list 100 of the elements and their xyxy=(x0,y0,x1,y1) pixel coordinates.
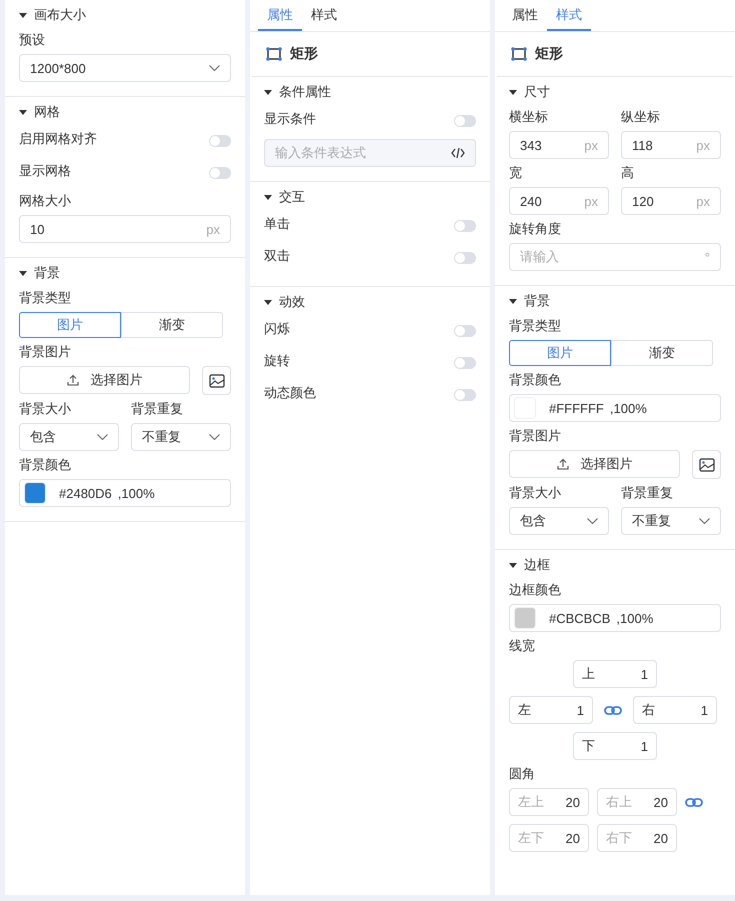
tab[interactable]: 样式 xyxy=(547,0,591,31)
toggle-label: 闪烁 xyxy=(264,320,290,338)
field-label: 高 xyxy=(621,164,635,182)
field-label: 纵坐标 xyxy=(621,108,661,126)
rectangle-icon xyxy=(266,47,282,61)
segment-option[interactable]: 图片 xyxy=(509,340,611,366)
toggle-label: 显示条件 xyxy=(264,110,316,128)
chevron-icon xyxy=(97,434,108,440)
link-icon[interactable] xyxy=(685,798,703,806)
input-field[interactable]: 343 px xyxy=(509,131,609,159)
toggle-label: 动态颜色 xyxy=(264,384,316,402)
toggle-switch[interactable] xyxy=(454,357,476,369)
image-icon xyxy=(208,374,224,388)
tab[interactable]: 样式 xyxy=(302,0,346,31)
segment-option[interactable]: 图片 xyxy=(19,312,121,338)
dropdown[interactable]: 不重复 xyxy=(621,507,721,535)
field-label: 背景重复 xyxy=(131,400,184,418)
dropdown[interactable]: 包含 xyxy=(19,423,119,451)
toggle-switch[interactable] xyxy=(454,252,476,264)
input-field[interactable]: 10 px xyxy=(19,215,231,243)
number-field[interactable]: 右上 20 xyxy=(597,788,677,816)
tab[interactable]: 属性 xyxy=(503,0,547,31)
field-label: 背景类型 xyxy=(19,289,72,307)
field-label: 背景大小 xyxy=(509,484,562,502)
opacity-value: ,100% xyxy=(616,610,654,626)
section-header[interactable]: 尺寸 xyxy=(495,77,735,107)
segment-option[interactable]: 渐变 xyxy=(121,312,223,338)
opacity-value: ,100% xyxy=(118,486,155,500)
element-title: 矩形 xyxy=(290,45,318,63)
chevron-icon xyxy=(209,65,220,71)
number-field[interactable]: 左 1 xyxy=(509,696,593,724)
dropdown[interactable]: 不重复 xyxy=(131,423,231,451)
number-field[interactable]: 下 1 xyxy=(573,732,657,760)
number-field[interactable]: 右下 20 xyxy=(597,824,677,852)
field-label: 背景类型 xyxy=(509,317,562,335)
upload-icon xyxy=(66,374,78,386)
opacity-value: ,100% xyxy=(610,400,647,416)
color-value: #CBCBCB xyxy=(549,610,610,626)
color-field[interactable]: #FFFFFF ,100% xyxy=(509,394,721,422)
toggle-label: 双击 xyxy=(264,247,290,265)
number-field[interactable]: 左下 20 xyxy=(509,824,589,852)
field-label: 旋转角度 xyxy=(509,220,562,238)
number-field[interactable]: 上 1 xyxy=(573,660,657,688)
color-field[interactable]: #CBCBCB ,100% xyxy=(509,604,721,632)
color-value: #2480D6 xyxy=(59,486,112,500)
field-label: 背景颜色 xyxy=(509,371,562,389)
field-label: 背景图片 xyxy=(19,343,72,361)
color-swatch[interactable] xyxy=(25,483,45,503)
toggle-switch[interactable] xyxy=(209,167,231,179)
toggle-label: 旋转 xyxy=(264,352,290,370)
tab[interactable]: 属性 xyxy=(258,0,302,31)
input-field[interactable]: 118 px xyxy=(621,131,721,159)
upload-button[interactable]: 选择图片 xyxy=(19,366,190,394)
field-label: 预设 xyxy=(19,31,46,49)
toggle-label: 显示网格 xyxy=(19,162,71,180)
input-field[interactable]: 240 px xyxy=(509,187,609,215)
element-title: 矩形 xyxy=(535,45,563,63)
dropdown[interactable]: 1200*800 xyxy=(19,54,231,82)
rectangle-icon xyxy=(511,47,527,61)
field-label: 线宽 xyxy=(509,637,536,655)
section-header[interactable]: 网格 xyxy=(5,97,245,127)
toggle-switch[interactable] xyxy=(454,389,476,401)
color-field[interactable]: #2480D6 ,100% xyxy=(19,479,231,507)
chevron-icon xyxy=(587,518,598,524)
toggle-label: 启用网格对齐 xyxy=(19,130,97,148)
upload-button[interactable]: 选择图片 xyxy=(509,450,680,478)
field-label: 背景颜色 xyxy=(19,456,72,474)
image-button[interactable] xyxy=(202,366,231,395)
upload-icon xyxy=(556,458,568,470)
chevron-icon xyxy=(209,434,220,440)
input-field[interactable]: 120 px xyxy=(621,187,721,215)
section-header[interactable]: 背景 xyxy=(5,258,245,288)
toggle-switch[interactable] xyxy=(454,325,476,337)
color-swatch[interactable] xyxy=(515,608,535,628)
section-header[interactable]: 条件属性 xyxy=(250,77,490,107)
field-label: 圆角 xyxy=(509,765,536,783)
toggle-switch[interactable] xyxy=(454,115,476,127)
toggle-switch[interactable] xyxy=(209,135,231,147)
color-value: #FFFFFF xyxy=(549,400,604,416)
section-header[interactable]: 动效 xyxy=(250,287,490,317)
section-header[interactable]: 背景 xyxy=(495,286,735,316)
field-label: 背景重复 xyxy=(621,484,674,502)
chevron-icon xyxy=(699,518,710,524)
code-icon xyxy=(451,147,465,159)
dropdown[interactable]: 包含 xyxy=(509,507,609,535)
number-field[interactable]: 左上 20 xyxy=(509,788,589,816)
field-label: 网格大小 xyxy=(19,192,72,210)
field-label: 背景图片 xyxy=(509,427,562,445)
link-icon[interactable] xyxy=(604,706,622,714)
field-label: 宽 xyxy=(509,164,523,182)
section-header[interactable]: 边框 xyxy=(495,550,735,580)
toggle-switch[interactable] xyxy=(454,220,476,232)
image-button[interactable] xyxy=(692,450,721,479)
section-header[interactable]: 交互 xyxy=(250,182,490,212)
toggle-label: 单击 xyxy=(264,215,290,233)
number-field[interactable]: 右 1 xyxy=(633,696,717,724)
field-label: 横坐标 xyxy=(509,108,549,126)
section-header[interactable]: 画布大小 xyxy=(5,0,245,30)
segment-option[interactable]: 渐变 xyxy=(611,340,713,366)
field-label: 边框颜色 xyxy=(509,581,562,599)
